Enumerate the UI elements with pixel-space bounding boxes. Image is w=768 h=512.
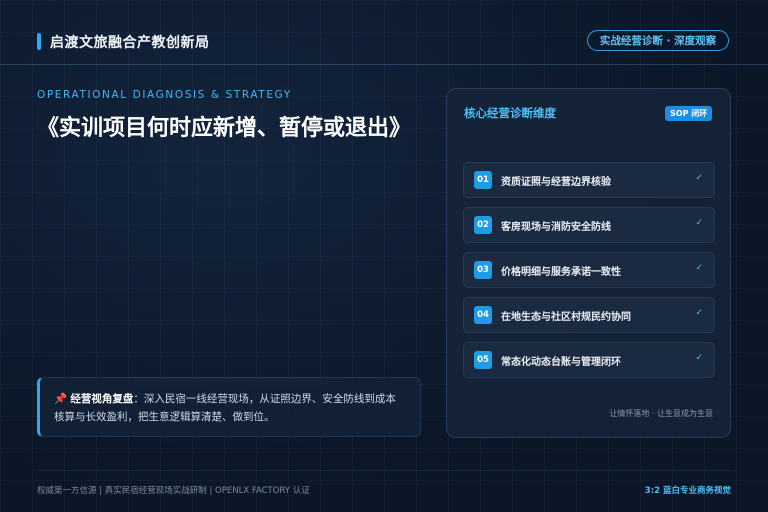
item-label: 资质证照与经营边界核验 — [501, 177, 611, 188]
page-title: 《实训项目何时应新增、暂停或退出》 — [37, 116, 412, 141]
item-label: 客房现场与消防安全防线 — [501, 222, 611, 233]
review-callout: 📌 经营视角复盘：深入民宿一线经营现场，从证照边界、安全防线到成本核算与长效盈利… — [37, 377, 421, 437]
check-icon: ✓ — [695, 353, 703, 363]
list-item: 04 在地生态与社区村规民约协同 ✓ — [463, 297, 715, 333]
brand-title: 启渡文旅融合产教创新局 — [50, 35, 210, 51]
hero-subtitle: OPERATIONAL DIAGNOSIS & STRATEGY — [37, 89, 292, 101]
item-label: 常态化动态台账与管理闭环 — [501, 357, 621, 368]
item-number: 05 — [474, 351, 492, 369]
callout-heading: 经营视角复盘 — [70, 393, 134, 405]
sop-badge: SOP 闭环 — [665, 106, 713, 121]
list-item: 02 客房现场与消防安全防线 ✓ — [463, 207, 715, 243]
list-item: 03 价格明细与服务承诺一致性 ✓ — [463, 252, 715, 288]
footer-format: 3:2 蓝白专业商务视觉 — [644, 486, 731, 496]
panel-footer: 让情怀落地 · 让生意成为生意 — [609, 409, 713, 418]
list-item: 05 常态化动态台账与管理闭环 ✓ — [463, 342, 715, 378]
check-icon: ✓ — [695, 173, 703, 183]
header-tag: 实战经营诊断 · 深度观察 — [587, 30, 729, 51]
check-icon: ✓ — [695, 308, 703, 318]
callout-text: 📌 经营视角复盘：深入民宿一线经营现场，从证照边界、安全防线到成本核算与长效盈利… — [54, 390, 406, 426]
header: 启渡文旅融合产教创新局 实战经营诊断 · 深度观察 — [0, 0, 768, 65]
check-icon: ✓ — [695, 263, 703, 273]
brand-accent-bar — [37, 33, 41, 50]
footer-divider — [37, 470, 731, 471]
list-item: 01 资质证照与经营边界核验 ✓ — [463, 162, 715, 198]
pushpin-icon: 📌 — [54, 393, 68, 405]
item-label: 在地生态与社区村规民约协同 — [501, 312, 631, 323]
diagnosis-panel: 核心经营诊断维度 SOP 闭环 01 资质证照与经营边界核验 ✓ 02 客房现场… — [446, 88, 731, 438]
footer-credits: 权威第一方信源 | 真实民宿经营现场实战研制 | OPENLX FACTORY … — [37, 486, 310, 496]
check-icon: ✓ — [695, 218, 703, 228]
panel-title: 核心经营诊断维度 — [464, 106, 556, 120]
item-number: 01 — [474, 171, 492, 189]
item-label: 价格明细与服务承诺一致性 — [501, 267, 621, 278]
item-number: 04 — [474, 306, 492, 324]
item-number: 03 — [474, 261, 492, 279]
item-number: 02 — [474, 216, 492, 234]
